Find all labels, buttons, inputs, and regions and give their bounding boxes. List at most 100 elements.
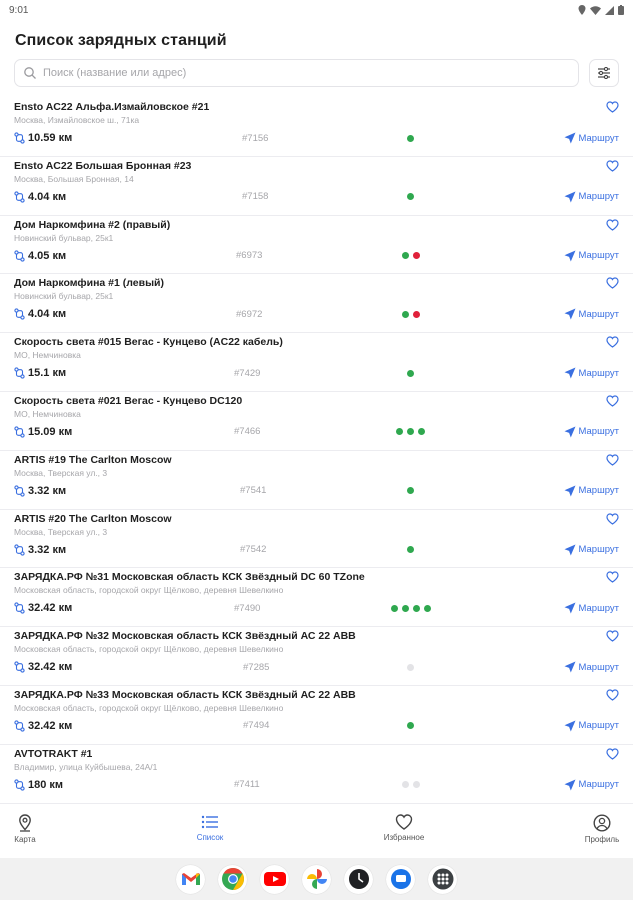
clock-icon[interactable] (344, 864, 373, 894)
route-button[interactable]: Маршрут (564, 426, 620, 438)
nav-item-favorites[interactable]: Избранное (374, 814, 434, 842)
nav-item-profile[interactable]: Профиль (572, 814, 632, 844)
connector-status-dots (396, 428, 425, 436)
distance: 32.42 км (14, 602, 72, 614)
station-row[interactable]: Дом Наркомфина #1 (левый) Новинский бульв… (0, 274, 633, 334)
station-id: #7541 (240, 485, 267, 497)
distance: 32.42 км (14, 720, 72, 732)
connector-status-dot (412, 252, 420, 260)
favorite-heart-icon[interactable] (606, 218, 619, 231)
route-button[interactable]: Маршрут (564, 485, 620, 497)
list-icon (201, 815, 218, 829)
favorite-heart-icon[interactable] (606, 395, 619, 407)
station-address: Московская область, городской округ Щёлк… (14, 644, 284, 655)
messages-icon[interactable] (386, 864, 415, 894)
route-button[interactable]: Маршрут (564, 661, 620, 673)
station-row[interactable]: ЗАРЯДКА.РФ №32 Московская область КСК Зв… (0, 627, 633, 686)
route-button[interactable]: Маршрут (564, 367, 619, 379)
route-button[interactable]: Маршрут (564, 779, 619, 791)
distance-value: 32.42 км (28, 719, 73, 732)
route-distance-icon (14, 249, 25, 262)
station-row[interactable]: Скорость света #015 Вегас - Кунцево (AC2… (0, 333, 633, 392)
route-button[interactable]: Маршрут (564, 720, 619, 732)
route-button[interactable]: Маршрут (564, 132, 620, 144)
station-row-bottom: 4.04 км #6972 Маршрут (14, 303, 619, 325)
station-id: #6972 (236, 308, 263, 320)
filter-sliders-icon (598, 67, 610, 79)
route-label: Маршрут (578, 426, 620, 438)
chrome-icon[interactable] (218, 864, 247, 894)
station-row[interactable]: Дом Наркомфина #2 (правый) Новинский буль… (0, 216, 633, 275)
distance-value: 4.04 км (28, 190, 67, 203)
status-icons (578, 5, 624, 15)
favorite-heart-icon[interactable] (606, 571, 619, 584)
station-row[interactable]: ЗАРЯДКА.РФ №31 Московская область КСК Зв… (0, 568, 633, 628)
route-button[interactable]: Маршрут (564, 308, 619, 320)
distance-value: 3.32 км (28, 484, 67, 497)
youtube-icon[interactable] (260, 864, 289, 894)
favorite-heart-icon[interactable] (606, 512, 619, 525)
station-row[interactable]: Скорость света #021 Вегас - Кунцево DC12… (0, 392, 633, 451)
status-bar: 9:01 (0, 0, 633, 20)
route-label: Маршрут (578, 132, 620, 144)
route-label: Маршрут (578, 485, 620, 497)
filter-button[interactable] (589, 59, 619, 87)
route-button[interactable]: Маршрут (564, 544, 620, 556)
signal-icon (605, 5, 614, 15)
station-row[interactable]: Ensto AC22 Альфа.Измайловское #21 Москва,… (0, 98, 633, 157)
route-distance-icon (14, 779, 25, 791)
connector-status-dot (407, 428, 414, 436)
connector-status-dot (401, 781, 409, 789)
app-drawer-icon[interactable] (428, 864, 457, 894)
favorite-heart-icon[interactable] (606, 277, 619, 290)
favorite-heart-icon[interactable] (606, 454, 619, 466)
photos-icon[interactable] (302, 864, 331, 894)
favorite-heart-icon[interactable] (606, 748, 619, 760)
station-row-bottom: 4.04 км #7158 Маршрут (14, 186, 619, 208)
station-row-bottom: 32.42 км #7285 Маршрут (14, 656, 619, 678)
wifi-icon (590, 5, 601, 15)
connector-status-dots (407, 546, 414, 554)
station-name: ЗАРЯДКА.РФ №32 Московская область КСК Зв… (14, 630, 356, 643)
battery-icon (618, 5, 624, 15)
distance-value: 15.1 км (28, 367, 67, 380)
favorite-heart-icon[interactable] (606, 160, 619, 172)
connector-status-dot (412, 604, 420, 612)
station-row[interactable]: ЗАРЯДКА.РФ №33 Московская область КСК Зв… (0, 686, 633, 745)
station-name: Ensto AC22 Альфа.Измайловское #21 (14, 101, 210, 113)
favorite-heart-icon[interactable] (606, 689, 619, 701)
route-button[interactable]: Маршрут (564, 191, 619, 203)
distance: 180 км (14, 779, 63, 791)
station-name: Скорость света #021 Вегас - Кунцево DC12… (14, 394, 243, 407)
navigation-arrow-icon (564, 544, 575, 556)
station-row[interactable]: AVTOTRAKT #1 Владимир, улица Куйбышева, 2… (0, 745, 633, 804)
station-address: МО, Немчиновка (14, 350, 81, 361)
favorite-heart-icon[interactable] (606, 630, 619, 642)
favorite-heart-icon[interactable] (606, 101, 619, 113)
station-row[interactable]: Ensto AC22 Большая Бронная #23 Москва, Бо… (0, 157, 633, 216)
station-row[interactable]: ARTIS #20 The Carlton Moscow Москва, Твер… (0, 510, 633, 569)
nav-item-map[interactable]: Карта (0, 814, 55, 844)
connector-status-dots (407, 663, 414, 671)
route-distance-icon (14, 602, 25, 615)
distance: 3.32 км (14, 544, 66, 556)
route-label: Маршрут (578, 544, 620, 556)
route-button[interactable]: Маршрут (564, 602, 619, 614)
station-address: МО, Немчиновка (14, 408, 81, 419)
route-label: Маршрут (578, 661, 620, 673)
gmail-icon[interactable] (176, 864, 205, 894)
station-id: #6973 (236, 250, 263, 262)
station-row[interactable]: ARTIS #19 The Carlton Moscow Москва, Твер… (0, 451, 633, 510)
nav-item-list[interactable]: Список (180, 814, 240, 842)
route-distance-icon (14, 308, 25, 321)
station-row-top: ЗАРЯДКА.РФ №32 Московская область КСК Зв… (14, 630, 619, 644)
station-row-bottom: 4.05 км #6973 Маршрут (14, 245, 619, 267)
search-box[interactable] (14, 59, 579, 87)
favorite-heart-icon[interactable] (606, 336, 619, 348)
bottom-nav: Карта Список Избранное Профиль (0, 803, 633, 855)
station-name: ЗАРЯДКА.РФ №33 Московская область КСК Зв… (14, 688, 356, 701)
route-button[interactable]: Маршрут (564, 250, 619, 262)
connector-status-dot (412, 310, 420, 318)
search-input[interactable] (43, 67, 570, 79)
connector-status-dots (401, 252, 420, 260)
